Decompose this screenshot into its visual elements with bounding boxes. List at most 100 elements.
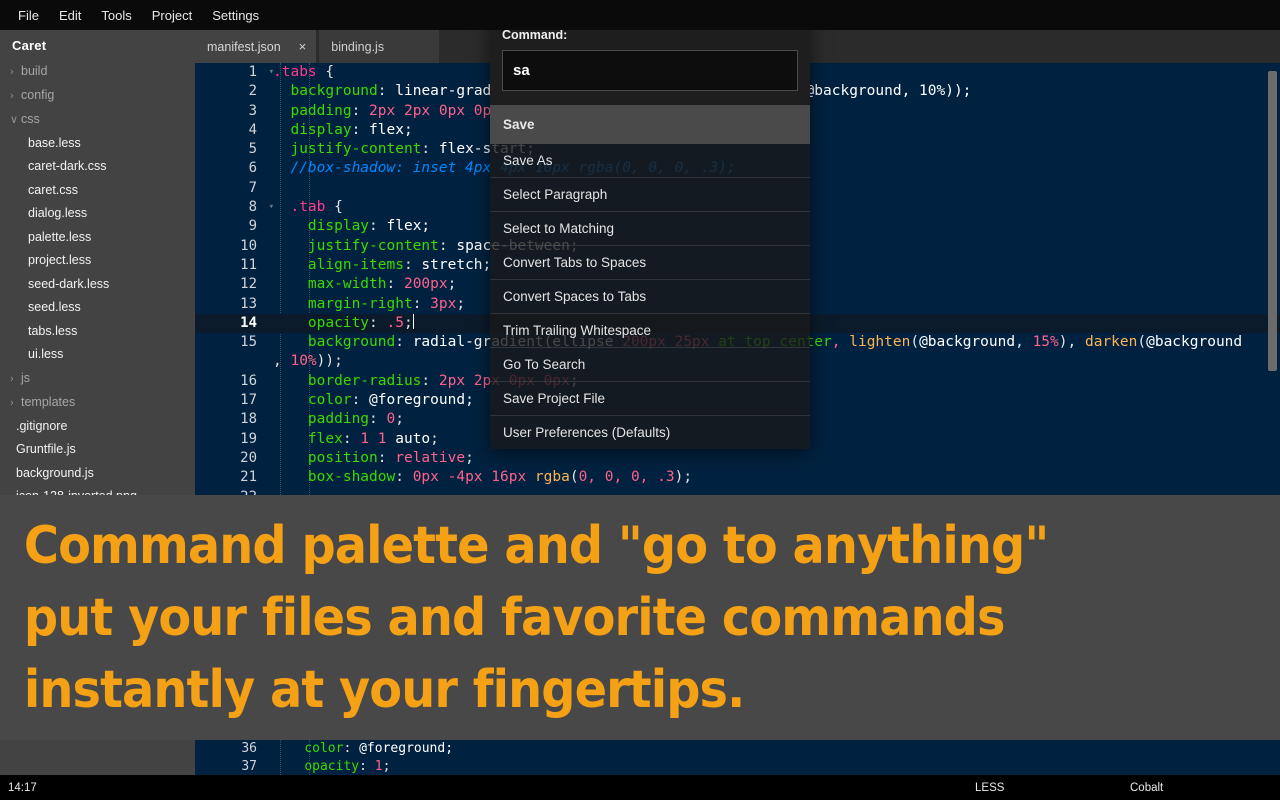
- command-item-save-project-file[interactable]: Save Project File: [490, 382, 810, 416]
- editor-tab-manifest-json[interactable]: manifest.json ×: [195, 30, 317, 63]
- code-token: :: [369, 314, 387, 331]
- code-token: @background: [1146, 334, 1243, 351]
- tree-folder-css[interactable]: ∨ css: [0, 107, 195, 131]
- tree-file-seed-dark-less[interactable]: seed-dark.less: [0, 272, 195, 296]
- line-number: 17: [240, 392, 257, 409]
- tree-file-base-less[interactable]: base.less: [0, 131, 195, 155]
- code-token: relative: [395, 449, 466, 466]
- code-token: 0, 0, 0, .3: [578, 469, 675, 486]
- line-number: 3: [248, 102, 257, 119]
- code-token: ;: [456, 295, 466, 312]
- editor-tab-binding-js[interactable]: binding.js: [319, 30, 440, 63]
- command-item-select-paragraph[interactable]: Select Paragraph: [490, 178, 810, 212]
- command-item-trim-trailing-whitespace[interactable]: Trim Trailing Whitespace: [490, 314, 810, 348]
- tree-item-label: build: [21, 63, 48, 78]
- code-token: .tabs: [273, 64, 326, 80]
- code-token: :: [351, 102, 370, 119]
- command-item-user-preferences-defaults-[interactable]: User Preferences (Defaults): [490, 416, 810, 449]
- command-item-select-to-matching[interactable]: Select to Matching: [490, 212, 810, 246]
- line-number: 14: [195, 313, 265, 334]
- command-item-convert-tabs-to-spaces[interactable]: Convert Tabs to Spaces: [490, 246, 810, 280]
- close-icon[interactable]: ×: [299, 39, 307, 54]
- tree-file-ui-less[interactable]: ui.less: [0, 343, 195, 367]
- tree-file-palette-less[interactable]: palette.less: [0, 225, 195, 249]
- tree-item-label: css: [21, 111, 40, 126]
- code-token: 3px: [430, 295, 457, 312]
- code-token: 10%: [290, 353, 317, 370]
- code-token: :: [369, 411, 387, 428]
- code-token: ,: [273, 353, 291, 370]
- status-theme[interactable]: Cobalt: [1130, 782, 1163, 794]
- menu-item-edit[interactable]: Edit: [49, 5, 91, 26]
- code-line[interactable]: position: relative;: [265, 449, 1280, 468]
- code-token: ,: [831, 334, 850, 351]
- bottom-editor-pane[interactable]: 36 color: @foreground; 37 opacity: 1;: [195, 740, 1280, 775]
- code-token: :: [351, 392, 370, 409]
- code-token: 2px 2px 0px 0px: [369, 102, 500, 119]
- editor-vertical-scrollbar[interactable]: [1268, 71, 1277, 371]
- tree-file-background-js[interactable]: background.js: [0, 461, 195, 485]
- tree-folder-config[interactable]: › config: [0, 83, 195, 107]
- command-palette-results[interactable]: Save Save As Select Paragraph Select to Mat…: [490, 105, 810, 449]
- code-token: ;: [395, 411, 404, 428]
- code-line[interactable]: box-shadow: 0px -4px 16px rgba(0, 0, 0, …: [265, 468, 1280, 487]
- code-token: flex: [307, 430, 343, 447]
- tree-folder-templates[interactable]: › templates: [0, 390, 195, 414]
- tree-file-caret-dark-css[interactable]: caret-dark.css: [0, 155, 195, 179]
- code-line[interactable]: 36 color: @foreground;: [195, 740, 1280, 758]
- command-item-convert-spaces-to-tabs[interactable]: Convert Spaces to Tabs: [490, 280, 810, 314]
- command-item-go-to-search[interactable]: Go To Search: [490, 348, 810, 382]
- code-token: background: [290, 83, 378, 100]
- code-token: (: [569, 469, 579, 486]
- line-number-gutter: 1▾2 3 4 5 6 7 8▾9 10 11 12 131415 16 17 18 19 20 21 22: [195, 63, 274, 495]
- menu-item-file[interactable]: File: [8, 5, 49, 26]
- menu-item-settings[interactable]: Settings: [202, 5, 269, 26]
- tree-folder-build[interactable]: › build: [0, 59, 195, 83]
- tree-file--gitignore[interactable]: .gitignore: [0, 414, 195, 438]
- code-token: ,: [1015, 334, 1033, 351]
- command-palette-dialog[interactable]: Command: SaveSave AsSelect ParagraphSele…: [490, 18, 810, 449]
- menu-item-tools[interactable]: Tools: [91, 5, 141, 26]
- tree-file-dialog-less[interactable]: dialog.less: [0, 202, 195, 226]
- code-token: @foreground;: [369, 392, 474, 409]
- command-item-save[interactable]: Save: [490, 105, 810, 144]
- line-number: 22: [195, 488, 265, 495]
- code-line[interactable]: [265, 488, 1280, 495]
- tree-file-gruntfile-js[interactable]: Gruntfile.js: [0, 438, 195, 462]
- chevron-right-icon: ›: [10, 65, 14, 78]
- code-token: display: [307, 218, 370, 235]
- command-item-save-as[interactable]: Save As: [490, 144, 810, 178]
- code-token: :: [438, 237, 457, 254]
- code-token: lighten: [849, 334, 911, 351]
- tree-file-caret-css[interactable]: caret.css: [0, 178, 195, 202]
- tree-item-label: ui.less: [28, 347, 64, 361]
- command-palette-input[interactable]: [502, 50, 798, 91]
- tree-item-label: caret.css: [28, 182, 79, 197]
- code-token: border-radius: [307, 372, 422, 389]
- menu-item-project[interactable]: Project: [142, 5, 202, 26]
- tree-file-project-less[interactable]: project.less: [0, 249, 195, 273]
- line-number: 37: [241, 759, 257, 774]
- tree-folder-js[interactable]: › js: [0, 366, 195, 390]
- code-token: max-width: [307, 276, 387, 293]
- tree-file-tabs-less[interactable]: tabs.less: [0, 319, 195, 343]
- code-text: color: @foreground;: [265, 740, 453, 758]
- code-token: :: [386, 276, 404, 293]
- code-token: flex;: [386, 218, 431, 235]
- status-time: 14:17: [8, 781, 37, 794]
- status-language-mode[interactable]: LESS: [975, 782, 1004, 794]
- menu-bar: File Edit Tools Project Settings: [0, 0, 1280, 30]
- app-window: File Edit Tools Project Settings Caret › buil…: [0, 0, 1280, 800]
- code-token: darken: [1084, 334, 1138, 351]
- code-line[interactable]: 37 opacity: 1;: [195, 758, 1280, 775]
- tree-file-seed-less[interactable]: seed.less: [0, 296, 195, 320]
- tree-item-label: dialog.less: [28, 206, 88, 220]
- code-token: justify-content: [290, 141, 422, 158]
- caption-overlay: Command palette and "go to anything" put…: [0, 495, 1280, 740]
- tree-item-label: base.less: [28, 135, 81, 150]
- tree-item-label: js: [21, 370, 31, 385]
- code-token: .tab: [290, 199, 335, 216]
